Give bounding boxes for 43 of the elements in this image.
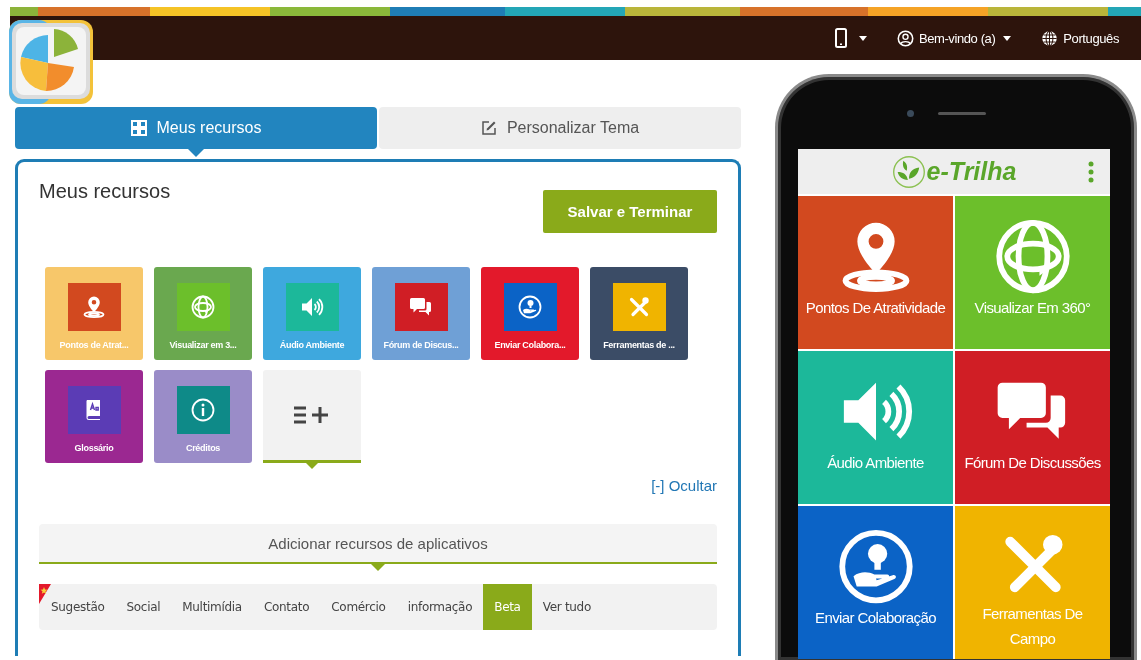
- category-tab[interactable]: Ver tudo: [531, 584, 602, 630]
- speaker-slot-icon: [937, 111, 986, 115]
- category-tab[interactable]: Social: [115, 584, 172, 630]
- app-tile[interactable]: Pontos De Atratividade: [798, 196, 953, 349]
- tab[interactable]: Personalizar Tema: [379, 107, 741, 149]
- more-menu-icon[interactable]: [1088, 161, 1094, 183]
- category-tab[interactable]: Comércio: [320, 584, 397, 630]
- category-tab[interactable]: Sugestão: [39, 584, 116, 630]
- category-tab[interactable]: Contato: [252, 584, 321, 630]
- pointer-icon: [188, 149, 204, 157]
- info-icon: [191, 398, 215, 422]
- category-tab[interactable]: informação: [396, 584, 484, 630]
- resource-tile[interactable]: Ferramentas de ...: [590, 267, 688, 360]
- user-icon: [896, 29, 914, 47]
- app-logo-icon: [8, 19, 94, 105]
- hand-lightbulb-icon: [518, 295, 542, 319]
- pointer-icon: [306, 463, 318, 469]
- device-menu[interactable]: [834, 28, 867, 48]
- leaf-logo-icon: [891, 154, 926, 189]
- resource-tile[interactable]: Glossário: [45, 370, 143, 463]
- hide-link[interactable]: [-] Ocultar: [651, 477, 717, 494]
- camera-icon: [906, 109, 914, 117]
- panel-title: Meus recursos: [39, 180, 171, 203]
- category-tab[interactable]: Multimídia: [171, 584, 253, 630]
- globe-rotate-icon: [191, 295, 215, 319]
- section-title: Adicionar recursos de aplicativos: [268, 534, 488, 552]
- caret-icon: [1003, 35, 1012, 41]
- edit-icon: [480, 120, 497, 136]
- resource-tile[interactable]: Enviar Colabora...: [481, 267, 579, 360]
- resource-tile[interactable]: Fórum de Discus...: [372, 267, 470, 360]
- language-menu[interactable]: Português: [1041, 29, 1119, 47]
- tools-icon: [627, 295, 651, 319]
- app-tile[interactable]: Enviar Colaboração: [798, 506, 953, 659]
- user-menu[interactable]: Bem-vindo (a): [896, 29, 1012, 47]
- resource-tile[interactable]: Visualizar em 3...: [154, 267, 252, 360]
- grid-icon: [130, 120, 147, 136]
- app-tile[interactable]: Fórum De Discussões: [955, 351, 1110, 504]
- mobile-phone-icon: [834, 28, 847, 48]
- resource-tile[interactable]: Créditos: [154, 370, 252, 463]
- caret-icon: [858, 35, 867, 41]
- pin-icon: [82, 295, 106, 319]
- app-title: e-Trilha: [926, 157, 1017, 186]
- globe-icon: [1041, 29, 1059, 47]
